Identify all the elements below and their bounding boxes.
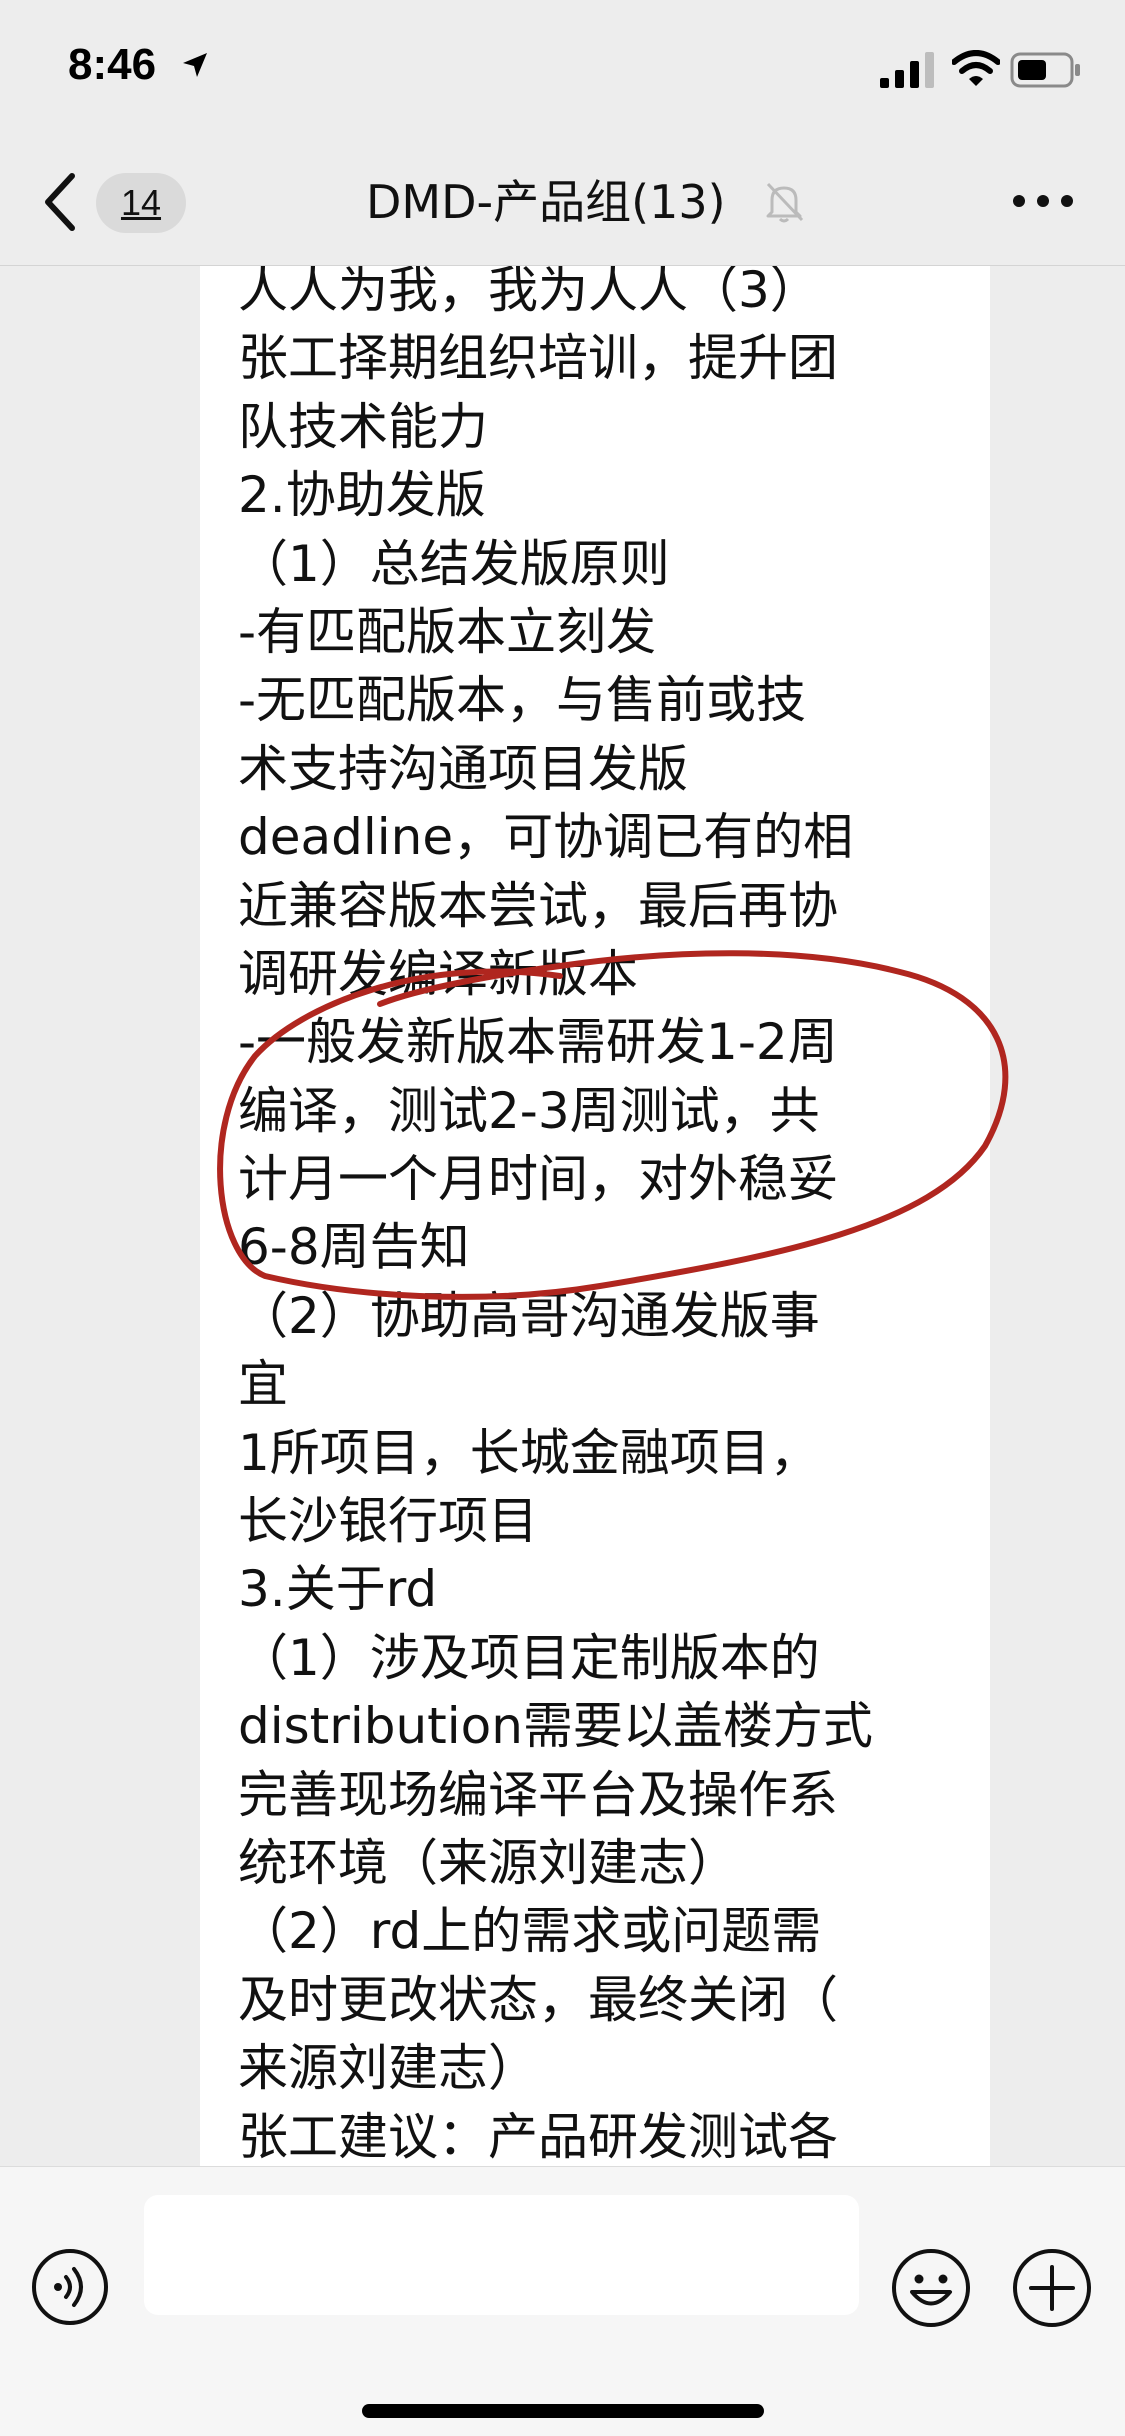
message-line: 张工择期组织培训，提升团 [238,329,838,388]
message-line: （1）总结发版原则 [238,534,670,593]
message-line: 宜 [238,1355,288,1414]
message-line: 人人为我，我为人人（3） [238,266,820,319]
message-line: -有匹配版本立刻发 [238,602,657,661]
message-text: 人人为我，我为人人（3） 张工择期组织培训，提升团 队技术能力 2.协助发版 （1）总结… [238,266,978,2166]
message-line: 调研发编译新版本 [238,944,638,1003]
message-line: 队技术能力 [238,397,488,456]
message-line: distribution需要以盖楼方式 [238,1697,873,1756]
wifi-icon [952,50,1000,86]
chevron-left-icon[interactable] [40,170,80,234]
input-bar [0,2166,1125,2436]
message-line: 编译，测试2-3周测试，共 [238,1081,820,1140]
message-line: 1所项目，长城金融项目， [238,1423,820,1482]
cellular-signal-icon [880,52,934,88]
message-line: 统环境（来源刘建志） [238,1833,738,1892]
voice-input-icon[interactable] [30,2247,110,2327]
message-line: 3.关于rd [238,1560,438,1619]
message-line: （1）涉及项目定制版本的 [238,1628,820,1687]
plus-icon[interactable] [1011,2247,1093,2329]
message-line: 及时更改状态，最终关闭（ [238,1970,838,2029]
battery-icon [1010,52,1080,88]
message-line: 计月一个月时间，对外稳妥 [238,1150,838,1209]
wechat-group-chat-screen: 8:46 14 DMD-产品组(13) 人人为我，我为人人（3） 张工择期组织培… [0,0,1125,2436]
message-line: -一般发新版本需研发1-2周 [238,1013,838,1072]
message-input[interactable] [144,2195,859,2315]
muted-bell-icon [766,182,804,223]
location-arrow-icon [183,53,207,77]
home-indicator [362,2404,764,2418]
status-bar: 8:46 [0,0,1125,140]
emoji-icon[interactable] [890,2247,972,2329]
chat-message-area[interactable]: 人人为我，我为人人（3） 张工择期组织培训，提升团 队技术能力 2.协助发版 （1）总结… [0,266,1125,2166]
unread-count-badge[interactable]: 14 [96,173,186,233]
message-bubble[interactable]: 人人为我，我为人人（3） 张工择期组织培训，提升团 队技术能力 2.协助发版 （1）总结… [200,266,990,2166]
more-dots-icon[interactable] [1011,186,1075,216]
message-line: 近兼容版本尝试，最后再协 [238,876,838,935]
message-line: 来源刘建志） [238,2039,538,2098]
message-line: 2.协助发版 [238,466,486,525]
message-line: 完善现场编译平台及操作系 [238,1765,838,1824]
message-line: 术支持沟通项目发版 [238,739,688,798]
message-line: （2）rd上的需求或问题需 [238,1902,822,1961]
message-line: （2）协助高哥沟通发版事 [238,1286,820,1345]
message-line: 6-8周告知 [238,1218,470,1277]
message-line: 长沙银行项目 [238,1492,538,1551]
message-line: deadline，可协调已有的相 [238,808,854,867]
chat-title: DMD-产品组(13) [366,175,726,229]
message-line: 张工建议：产品研发测试各 [238,2107,838,2166]
nav-bar: 14 DMD-产品组(13) [0,140,1125,266]
status-time: 8:46 [68,40,157,89]
message-line: -无匹配版本，与售前或技 [238,671,807,730]
